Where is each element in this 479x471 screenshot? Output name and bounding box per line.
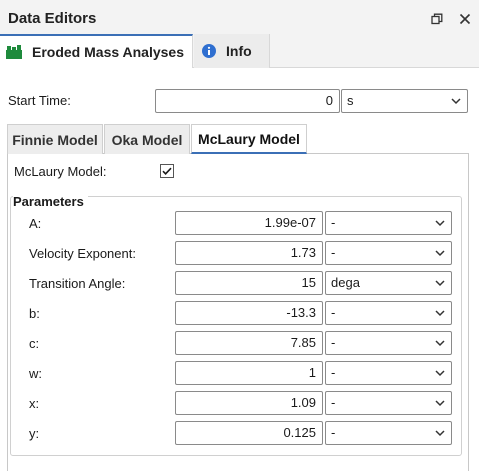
tab-mclaury-model[interactable]: McLaury Model [191,124,307,154]
mclaury-model-label: McLaury Model: [14,164,107,179]
select-value: dega [331,275,360,290]
param-unit-select-y[interactable]: - [325,421,452,445]
param-label-velocity-exponent: Velocity Exponent: [29,246,136,261]
chevron-down-icon [435,370,445,377]
info-icon [202,44,216,58]
top-tab-bar: Eroded Mass Analyses Info [0,34,479,68]
tab-oka-model[interactable]: Oka Model [104,124,190,154]
tab-eroded-mass-analyses[interactable]: Eroded Mass Analyses [0,34,193,68]
panel-header: Data Editors [0,0,479,38]
param-input-y[interactable]: 0.125 [175,421,323,445]
param-input-a[interactable]: 1.99e-07 [175,211,323,235]
select-value: - [331,335,336,350]
parameters-group [10,196,462,456]
chevron-down-icon [435,400,445,407]
param-input-c[interactable]: 7.85 [175,331,323,355]
param-label-c: c: [29,336,40,351]
select-value: - [331,305,336,320]
start-time-label: Start Time: [8,93,71,108]
mclaury-model-checkbox[interactable] [160,164,174,178]
start-time-input[interactable]: 0 [155,89,340,113]
param-input-x[interactable]: 1.09 [175,391,323,415]
chevron-down-icon [435,220,445,227]
param-label-x: x: [29,396,40,411]
model-tab-bar: Finnie Model Oka Model McLaury Model [7,124,469,154]
param-input-transition-angle[interactable]: 15 [175,271,323,295]
param-input-velocity-exponent[interactable]: 1.73 [175,241,323,265]
param-label-a: A: [29,216,42,231]
param-label-y: y: [29,426,40,441]
tab-label: Eroded Mass Analyses [32,44,184,60]
tab-finnie-model[interactable]: Finnie Model [7,124,103,154]
start-time-unit-select[interactable]: s [341,89,468,113]
chevron-down-icon [435,310,445,317]
panel-title: Data Editors [8,10,97,27]
restore-window-icon[interactable] [428,10,446,28]
select-value: - [331,215,336,230]
chevron-down-icon [435,250,445,257]
param-unit-select-w[interactable]: - [325,361,452,385]
param-label-b: b: [29,306,40,321]
param-unit-select-c[interactable]: - [325,331,452,355]
param-label-transition-angle: Transition Angle: [29,276,126,291]
checkmark-icon [162,167,172,175]
param-unit-select-x[interactable]: - [325,391,452,415]
stacked-blocks-icon [6,45,22,59]
select-value: - [331,245,336,260]
param-unit-select-a[interactable]: - [325,211,452,235]
chevron-down-icon [435,430,445,437]
select-value: - [331,425,336,440]
select-value: s [347,93,354,108]
param-unit-select-transition-angle[interactable]: dega [325,271,452,295]
tab-info[interactable]: Info [194,34,270,68]
parameters-title: Parameters [13,194,88,209]
chevron-down-icon [435,340,445,347]
select-value: - [331,365,336,380]
select-value: - [331,395,336,410]
chevron-down-icon [451,98,461,105]
param-input-w[interactable]: 1 [175,361,323,385]
param-label-w: w: [29,366,42,381]
close-icon[interactable] [456,10,474,28]
param-unit-select-velocity-exponent[interactable]: - [325,241,452,265]
chevron-down-icon [435,280,445,287]
tab-label: Info [226,43,252,59]
param-unit-select-b[interactable]: - [325,301,452,325]
param-input-b[interactable]: -13.3 [175,301,323,325]
